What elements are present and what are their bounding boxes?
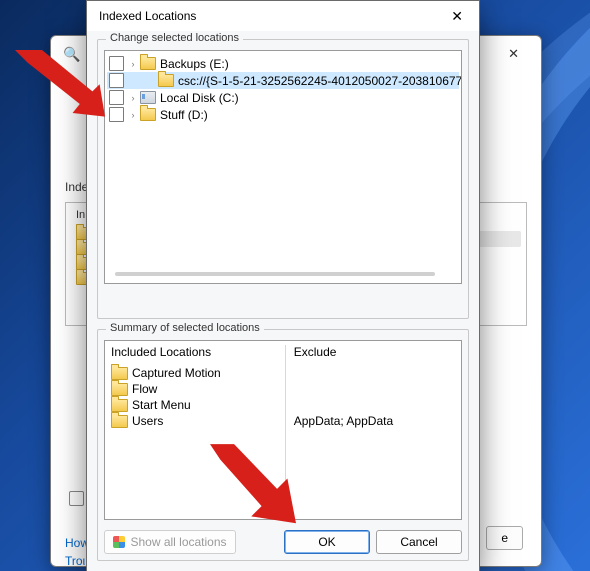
included-location-row[interactable]: Captured Motion bbox=[111, 365, 286, 381]
dialog-titlebar: Indexed Locations ✕ bbox=[87, 1, 479, 31]
included-location-row[interactable]: Start Menu bbox=[111, 397, 286, 413]
tree-item-label: Stuff (D:) bbox=[160, 108, 208, 122]
tree-checkbox[interactable] bbox=[109, 90, 124, 105]
drive-icon bbox=[140, 91, 156, 104]
location-label: Users bbox=[132, 414, 163, 428]
chevron-right-icon[interactable]: › bbox=[127, 93, 139, 103]
included-header: Included Locations bbox=[111, 345, 286, 359]
group-label: Summary of selected locations bbox=[106, 322, 264, 334]
folder-icon bbox=[111, 399, 128, 412]
horizontal-scrollbar[interactable] bbox=[115, 272, 435, 276]
button-label: Show all locations bbox=[130, 535, 226, 549]
included-location-row[interactable]: Flow bbox=[111, 381, 286, 397]
location-label: Captured Motion bbox=[132, 366, 221, 380]
cancel-button[interactable]: Cancel bbox=[376, 530, 462, 554]
folder-icon bbox=[158, 74, 174, 87]
close-icon[interactable]: ✕ bbox=[441, 5, 473, 27]
close-button-fragment[interactable]: e bbox=[486, 526, 523, 550]
folder-icon bbox=[111, 367, 128, 380]
locations-tree[interactable]: › Backups (E:) csc://{S-1-5-21-3252562245-… bbox=[104, 50, 462, 284]
tree-item-label: Backups (E:) bbox=[160, 57, 229, 71]
group-label: Change selected locations bbox=[106, 32, 243, 44]
tree-item[interactable]: › Stuff (D:) bbox=[107, 106, 459, 123]
folder-icon bbox=[111, 383, 128, 396]
tree-item[interactable]: csc://{S-1-5-21-3252562245-4012050027-20… bbox=[107, 72, 459, 89]
exclude-pane: Exclude AppData; AppData bbox=[285, 345, 455, 515]
chevron-right-icon[interactable]: › bbox=[127, 59, 139, 69]
close-icon[interactable]: ✕ bbox=[494, 40, 533, 68]
button-label: Cancel bbox=[400, 535, 437, 549]
tree-checkbox[interactable] bbox=[109, 107, 124, 122]
tree-item[interactable]: › Local Disk (C:) bbox=[107, 89, 459, 106]
exclude-cell: AppData; AppData bbox=[294, 413, 455, 429]
ok-button[interactable]: OK bbox=[284, 530, 370, 554]
chevron-right-icon[interactable]: › bbox=[127, 110, 139, 120]
change-locations-group: Change selected locations ›Backups (E:)c… bbox=[97, 39, 469, 319]
checkbox-fragment[interactable] bbox=[69, 491, 84, 506]
tree-item-label: csc://{S-1-5-21-3252562245-4012050027-20… bbox=[178, 74, 462, 88]
search-icon: 🔍 bbox=[63, 46, 80, 63]
included-pane: Included Locations Captured Motion Flow St… bbox=[111, 345, 286, 515]
included-location-row[interactable]: Users bbox=[111, 413, 286, 429]
button-label: OK bbox=[318, 535, 335, 549]
exclude-text: AppData; AppData bbox=[294, 414, 393, 428]
location-label: Flow bbox=[132, 382, 157, 396]
exclude-header: Exclude bbox=[294, 345, 455, 359]
indexed-locations-dialog: Indexed Locations ✕ Change selected loca… bbox=[86, 0, 480, 571]
location-label: Start Menu bbox=[132, 398, 191, 412]
tree-checkbox[interactable] bbox=[109, 73, 124, 88]
exclude-cell bbox=[294, 365, 455, 381]
exclude-cell bbox=[294, 381, 455, 397]
folder-icon bbox=[140, 57, 156, 70]
summary-group: Summary of selected locations Included L… bbox=[97, 329, 469, 561]
tree-item[interactable]: › Backups (E:) bbox=[107, 55, 459, 72]
uac-shield-icon bbox=[113, 536, 125, 548]
exclude-cell bbox=[294, 397, 455, 413]
desktop-wallpaper: 🔍 ✕ Inde In How Troι e Indexed Locations… bbox=[0, 0, 590, 571]
tree-item-label: Local Disk (C:) bbox=[160, 91, 239, 105]
show-all-locations-button[interactable]: Show all locations bbox=[104, 530, 236, 554]
folder-icon bbox=[111, 415, 128, 428]
folder-icon bbox=[140, 108, 156, 121]
dialog-title: Indexed Locations bbox=[99, 9, 196, 23]
tree-checkbox[interactable] bbox=[109, 56, 124, 71]
